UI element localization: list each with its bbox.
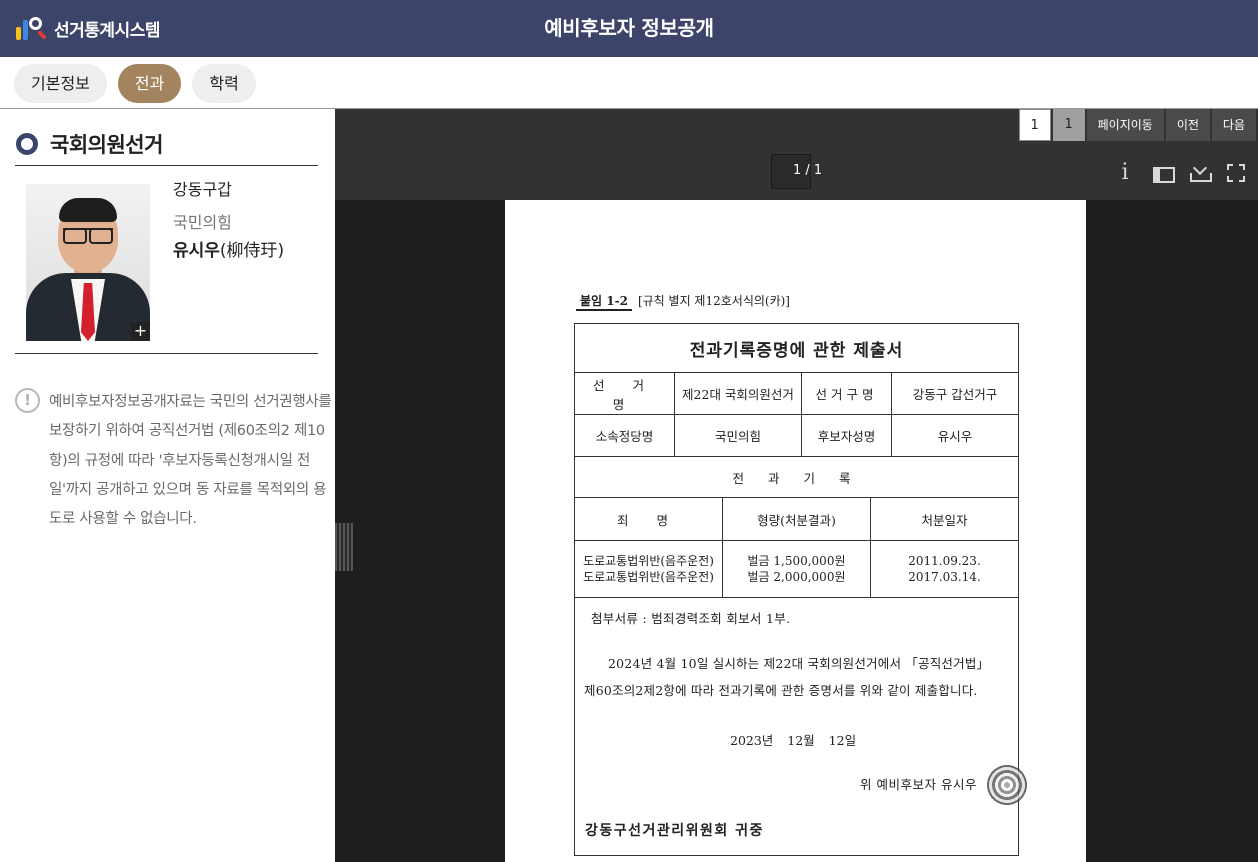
label-election-name: 선 거 명 xyxy=(574,372,675,415)
candidate-panel: 국회의원선거 + 강동구갑 국민의힘 유시우(柳侍玗) ! 예비후보자정보공개자… xyxy=(0,109,335,862)
statement-line-2: 제60조의2제2항에 따라 전과기록에 관한 증명서를 위와 같이 제출합니다. xyxy=(584,683,978,698)
info-tabs: 기본정보 전과 학력 xyxy=(14,64,256,104)
page-number-input[interactable]: 1 xyxy=(1018,109,1051,141)
record-header: 전 과 기 록 xyxy=(574,456,1019,498)
fullscreen-icon[interactable] xyxy=(1224,161,1248,185)
page-number-button[interactable]: 1 xyxy=(1052,109,1085,141)
pdf-viewer: 1 1 페이지이동 이전 다음 1 / 1 i 붙임 1-2 [규칙 별지 제12… xyxy=(335,109,1258,862)
label-penalty: 형량(처분결과) xyxy=(722,497,871,541)
heading-divider xyxy=(15,165,318,166)
record-penalty: 벌금 2,000,000원 xyxy=(747,570,846,584)
record-table: 전과기록증명에 관한 제출서 선 거 명 제22대 국회의원선거 선거구명 강동… xyxy=(574,323,1019,498)
value-party-name: 국민의힘 xyxy=(674,414,802,457)
label-crime: 죄 명 xyxy=(574,497,723,541)
document-page: 붙임 1-2 [규칙 별지 제12호서식의(카)] 전과기록증명에 관한 제출서 … xyxy=(505,200,1086,862)
record-dates: 2011.09.23. 2017.03.14. xyxy=(870,540,1019,598)
record-crime: 도로교통법위반(음주운전) xyxy=(583,554,714,568)
record-date: 2011.09.23. xyxy=(908,554,981,568)
app-header: 선거통계시스템 예비후보자 정보공개 xyxy=(0,0,1258,57)
signer-line: 위 예비후보자 유시우 xyxy=(860,777,977,792)
tab-education[interactable]: 학력 xyxy=(192,64,256,103)
download-icon[interactable] xyxy=(1187,161,1212,185)
addressee-committee: 강동구선거관리위원회 귀중 xyxy=(585,823,764,839)
value-district-name: 강동구 갑선거구 xyxy=(891,372,1019,415)
label-party-name: 소속정당명 xyxy=(574,414,675,457)
tab-criminal-record[interactable]: 전과 xyxy=(117,64,182,103)
candidate-photo[interactable] xyxy=(26,184,150,341)
form-code: 붙임 1-2 [규칙 별지 제12호서식의(카)] xyxy=(576,292,790,311)
viewer-tools: i xyxy=(1113,161,1248,185)
document-title: 전과기록증명에 관한 제출서 xyxy=(574,323,1019,373)
label-candidate-name: 후보자성명 xyxy=(801,414,892,457)
panel-resize-handle[interactable] xyxy=(335,523,353,571)
document-body: 첨부서류 : 범죄경력조회 회보서 1부. 2024년 4월 10일 실시하는 … xyxy=(574,598,1029,856)
election-heading: 국회의원선거 xyxy=(16,129,163,159)
notice-text: 예비후보자정보공개자료는 국민의 선거권행사를 보장하기 위하여 공직선거법 (… xyxy=(49,394,332,528)
record-penalties: 벌금 1,500,000원 벌금 2,000,000원 xyxy=(722,540,871,598)
goto-page-button[interactable]: 페이지이동 xyxy=(1086,109,1164,141)
candidate-party: 국민의힘 xyxy=(173,213,232,232)
record-date: 2017.03.14. xyxy=(908,570,981,584)
seal-stamp-icon xyxy=(985,763,1029,807)
label-district-name: 선거구명 xyxy=(801,372,892,415)
record-crime: 도로교통법위반(음주운전) xyxy=(583,570,714,584)
info-icon[interactable]: i xyxy=(1113,161,1137,185)
candidate-name: 유시우 xyxy=(173,241,220,261)
election-name: 국회의원선거 xyxy=(50,133,163,157)
attachment-line: 첨부서류 : 범죄경력조회 회보서 1부. xyxy=(591,611,791,626)
page-navigator: 1 1 페이지이동 이전 다음 xyxy=(1018,109,1256,141)
submission-date: 2023년 12월 12일 xyxy=(730,733,857,748)
record-crimes: 도로교통법위반(음주운전) 도로교통법위반(음주운전) xyxy=(574,540,723,598)
page-title: 예비후보자 정보공개 xyxy=(544,16,714,40)
candidate-name-hanja: (柳侍玗) xyxy=(219,241,285,261)
candidate-district: 강동구갑 xyxy=(173,180,232,199)
photo-zoom-button[interactable]: + xyxy=(131,322,150,341)
viewer-toolbar: 1 1 페이지이동 이전 다음 1 / 1 i xyxy=(335,109,1258,200)
prev-button[interactable]: 이전 xyxy=(1165,109,1210,141)
ring-bullet-icon xyxy=(16,133,38,155)
record-detail-table: 죄 명 형량(처분결과) 처분일자 도로교통법위반(음주운전) 도로교통법위반(… xyxy=(574,497,1019,598)
value-election-name: 제22대 국회의원선거 xyxy=(674,372,802,415)
profile-divider xyxy=(15,353,318,354)
record-penalty: 벌금 1,500,000원 xyxy=(747,554,846,568)
statement-line-1: 2024년 4월 10일 실시하는 제22대 국회의원선거에서 「공직선거법」 xyxy=(608,656,990,671)
next-button[interactable]: 다음 xyxy=(1211,109,1256,141)
tab-basic-info[interactable]: 기본정보 xyxy=(14,64,107,103)
page-indicator: 1 / 1 xyxy=(793,163,823,178)
sidebar-toggle-icon[interactable] xyxy=(1150,161,1175,185)
form-code-box: 붙임 1-2 xyxy=(576,294,632,311)
label-date: 처분일자 xyxy=(870,497,1019,541)
exclamation-icon: ! xyxy=(15,388,40,413)
candidate-name-line: 유시우(柳侍玗) xyxy=(173,236,284,261)
form-code-text: [규칙 별지 제12호서식의(카)] xyxy=(637,294,790,308)
value-candidate-name: 유시우 xyxy=(891,414,1019,457)
